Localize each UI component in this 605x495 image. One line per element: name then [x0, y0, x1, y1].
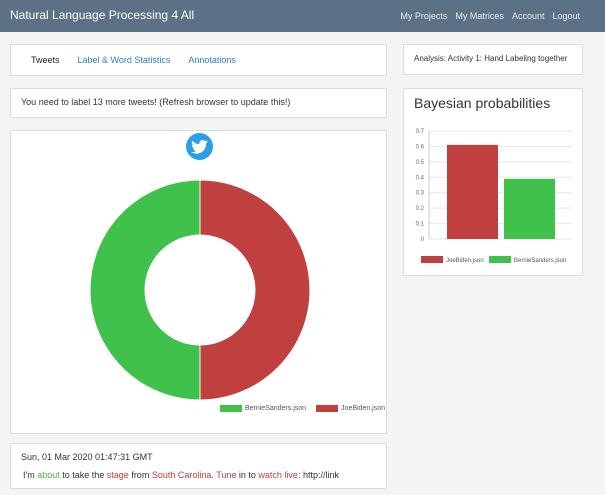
bar-legend-swatch	[489, 256, 511, 263]
tab-bar: Tweets Label & Word Statistics Annotatio…	[10, 44, 387, 76]
legend-swatch-bernie	[219, 405, 242, 412]
tweet-text: I'm about to take the stage from South C…	[23, 470, 376, 480]
tweet-word: from	[128, 470, 152, 480]
tweet-word: in to	[236, 470, 259, 480]
y-tick-label: 0	[421, 237, 425, 243]
y-tick-label: 0.6	[416, 144, 425, 150]
tweet-word[interactable]: South Carolina	[152, 470, 212, 480]
tab-tweets[interactable]: Tweets	[31, 55, 60, 65]
legend-item-biden[interactable]: JoeBiden.json	[316, 405, 385, 412]
legend-label-bernie: BernieSanders.json	[244, 405, 307, 412]
tweet-date: Sun, 01 Mar 2020 01:47:31 GMT	[21, 452, 153, 462]
y-tick-label: 0.2	[416, 206, 425, 212]
bayes-panel: Bayesian probabilities 0.7 0.6 0.5 0.4 0.3 0.…	[403, 88, 583, 276]
app-title[interactable]: Natural Language Processing 4 All	[10, 8, 194, 22]
y-tick-label: 0.4	[416, 175, 425, 181]
bar-legend-label: BernieSanders.json	[514, 258, 566, 264]
tab-label-word-statistics[interactable]: Label & Word Statistics	[78, 55, 171, 65]
bar-legend-swatch	[421, 256, 443, 263]
tweet-word: I'm	[23, 470, 38, 480]
donut-slice-biden[interactable]	[199, 180, 310, 400]
label-notice: You need to label 13 more tweets! (Refre…	[10, 88, 387, 118]
bar-joebiden[interactable]	[447, 144, 498, 239]
bar-legend-label: JoeBiden.json	[446, 258, 484, 264]
legend-item-bernie[interactable]: BernieSanders.json	[219, 405, 307, 412]
tweet-word: to take the	[59, 470, 107, 480]
twitter-icon	[186, 133, 213, 160]
y-tick-label: 0.1	[416, 222, 425, 228]
tab-annotations[interactable]: Annotations	[188, 55, 236, 65]
analysis-activity: Analysis: Activity 1: Hand Labeling toge…	[403, 44, 583, 75]
donut-chart	[90, 180, 310, 400]
legend-swatch-biden	[316, 405, 339, 412]
bayes-bar-chart: 0.7 0.6 0.5 0.4 0.3 0.2 0.1 0 JoeBiden.json Berni…	[416, 129, 572, 264]
nav-my-matrices[interactable]: My Matrices	[455, 11, 504, 21]
tweet-word: : http://link	[297, 470, 339, 480]
bar-berniesanders[interactable]	[504, 178, 555, 239]
tweet-word[interactable]: stage	[107, 470, 129, 480]
twitter-bird-icon	[191, 139, 208, 154]
legend-label-biden: JoeBiden.json	[341, 405, 386, 412]
y-tick-label: 0.3	[416, 191, 425, 197]
tweet-word[interactable]: Tune	[216, 470, 236, 480]
nav-logout[interactable]: Logout	[552, 11, 580, 21]
navbar: Natural Language Processing 4 All My Pro…	[0, 0, 605, 32]
nav-links: My Projects My Matrices Account Logout	[400, 11, 580, 21]
donut-legend: BernieSanders.json JoeBiden.json	[0, 405, 605, 412]
nav-my-projects[interactable]: My Projects	[400, 11, 447, 21]
nav-account[interactable]: Account	[512, 11, 545, 21]
tweet-word[interactable]: watch live	[258, 470, 298, 480]
y-tick-label: 0.5	[416, 160, 425, 166]
y-tick-label: 0.7	[416, 129, 425, 135]
tweet-card: Sun, 01 Mar 2020 01:47:31 GMT I'm about …	[10, 443, 387, 489]
donut-slice-bernie[interactable]	[90, 180, 201, 400]
tweet-word[interactable]: about	[37, 470, 60, 480]
